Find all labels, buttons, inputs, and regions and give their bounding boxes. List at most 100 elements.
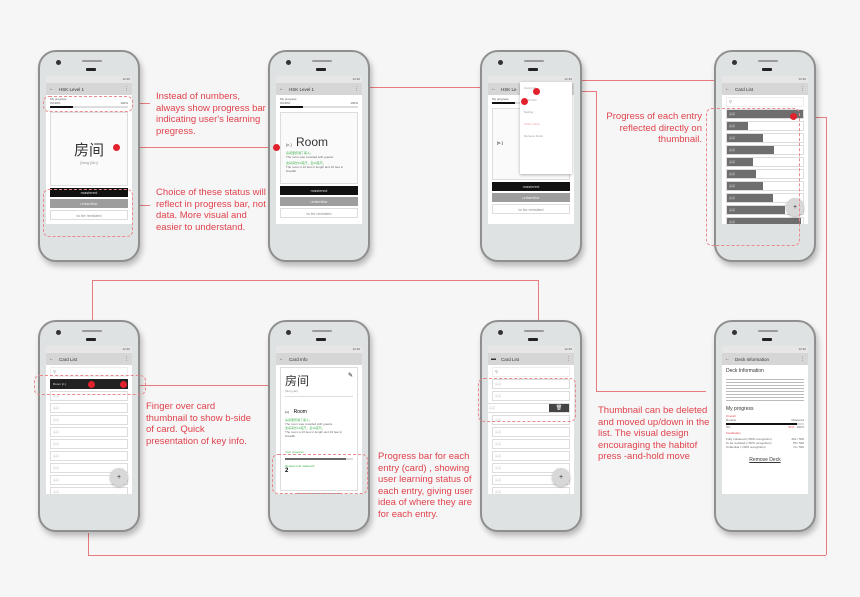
marker-dot <box>521 98 528 105</box>
more-vert-icon[interactable]: ⋮ <box>124 86 129 92</box>
item-label: 房间 <box>495 478 502 482</box>
connector-line <box>360 87 487 88</box>
highlight-box <box>706 108 800 246</box>
screen: 12:30 ← HSK Level 1 ⋮ My progress 0% 30% 1… <box>276 76 362 224</box>
highlight-box <box>272 454 368 494</box>
camera-icon <box>498 330 503 335</box>
connector-line <box>596 91 597 391</box>
list-item[interactable]: 房间 <box>50 487 128 494</box>
list-item[interactable]: 房间 <box>492 427 570 437</box>
more-vert-icon[interactable]: ⋮ <box>566 356 571 362</box>
connector-line <box>88 555 826 556</box>
unfamiliar-button[interactable]: unfamiliar <box>492 193 570 202</box>
search-input[interactable]: ⚲ <box>492 367 570 377</box>
mastered-label: Mastered <box>791 418 804 422</box>
annotation-finger-over: Finger over card thumbnail to show b-sid… <box>146 401 252 447</box>
unfamiliar-button[interactable]: unfamiliar <box>280 197 358 206</box>
progress-bar <box>280 106 358 108</box>
menu-item-share-deck[interactable]: Share Deck <box>520 118 572 130</box>
highlight-box <box>43 189 133 237</box>
item-label: 房间 <box>495 430 502 434</box>
speaker <box>758 330 778 332</box>
highlight-box <box>43 96 133 112</box>
highlight-box <box>478 378 576 422</box>
back-arrow-icon[interactable]: ← <box>491 86 496 92</box>
camera-icon <box>56 330 61 335</box>
item-label: 房间 <box>53 406 60 410</box>
more-vert-icon[interactable]: ⋮ <box>800 356 805 362</box>
phone-menu: 12:30 ← HSK Le My progress [n.] mastered… <box>480 50 582 262</box>
back-arrow-icon[interactable]: ← <box>49 356 54 362</box>
mastered-button[interactable]: mastered <box>280 186 358 195</box>
revisit-button[interactable]: to be revisited <box>492 204 570 214</box>
my-progress-heading: My progress <box>726 406 754 412</box>
progress-max: 100% <box>350 101 358 105</box>
earpiece <box>86 338 96 341</box>
remove-deck-button[interactable]: Remove Deck <box>726 457 804 463</box>
list-item[interactable]: 房间 <box>492 439 570 449</box>
app-bar: ← HSK Level 1 ⋮ <box>46 83 132 95</box>
annotation-status-choice: Choice of these status will reflect in p… <box>156 187 266 233</box>
revisit-button[interactable]: to be revisited <box>280 208 358 218</box>
list-item[interactable]: 房间 <box>50 427 128 437</box>
item-label: 房间 <box>53 418 60 422</box>
back-arrow-icon[interactable]: ← <box>279 86 284 92</box>
item-label: 房间 <box>495 490 502 494</box>
item-label: 房间 <box>495 442 502 446</box>
item-label: 房间 <box>53 490 60 494</box>
connector-line <box>826 117 827 555</box>
example-en: The room is 10 feet in length and 10 fee… <box>285 430 343 438</box>
more-vert-icon[interactable]: ⋮ <box>800 86 805 92</box>
screen: 12:30 ← Card List ⋮ ⚲ Room [n.] 房间 房间 房间 房间… <box>46 346 132 494</box>
app-title: Card List <box>735 86 754 92</box>
menu-icon[interactable]: ▬ <box>491 356 496 362</box>
add-card-fab[interactable]: + <box>552 468 570 486</box>
add-card-fab[interactable]: + <box>110 468 128 486</box>
earpiece <box>528 68 538 71</box>
phone-deck-info: 12:30 ← Deck Information ⋮ Deck Informat… <box>714 320 816 532</box>
flashcard[interactable]: [n.] Room 房间里挤满了客人。 The room was crowded… <box>280 112 358 184</box>
deck-description <box>726 377 804 403</box>
speaker <box>82 330 102 332</box>
back-arrow-icon[interactable]: ← <box>49 86 54 92</box>
part-of-speech: [n.] <box>286 142 292 147</box>
list-item[interactable]: 房间 <box>492 451 570 461</box>
menu-item-setting[interactable]: Setting <box>520 106 572 118</box>
list-item[interactable]: 房间 <box>50 451 128 461</box>
app-title: HSK Level 1 <box>289 86 315 92</box>
list-item[interactable]: 房间 <box>50 403 128 413</box>
camera-icon <box>286 60 291 65</box>
more-vert-icon[interactable]: ⋮ <box>124 356 129 362</box>
back-arrow-icon[interactable]: ← <box>725 86 730 92</box>
speaker <box>524 330 544 332</box>
edit-pencil-icon[interactable]: ✎ <box>348 372 353 389</box>
back-arrow-icon[interactable]: ← <box>279 356 284 362</box>
list-item[interactable]: 房间 <box>50 415 128 425</box>
camera-icon <box>732 60 737 65</box>
phone-card-list-edit: 12:30 ▬ Card List ⋮ ⚲ 房间 房间 房间 🗑 房间 房间 房间 房间 房间房… <box>480 320 582 532</box>
search-input[interactable]: ⚲ <box>726 97 804 107</box>
item-label: 房间 <box>495 454 502 458</box>
menu-item-remove-deck[interactable]: Remove Deck <box>520 130 572 142</box>
connector-line <box>118 147 276 148</box>
pinyin: [fáng jiān] <box>80 160 98 165</box>
speaker <box>524 60 544 62</box>
item-label: 房间 <box>53 430 60 434</box>
annotation-thumbnail-progress: Progress of each entry reflected directl… <box>606 111 702 145</box>
deck-heading: Deck Information <box>726 368 764 374</box>
marker-dot <box>533 88 540 95</box>
list-item[interactable]: 房间 <box>492 487 570 494</box>
pct-max: 100% <box>796 425 804 429</box>
status-bar: 12:30 <box>46 346 132 353</box>
english-word: Room <box>293 409 307 415</box>
vocab-row-value: 14 / 500 <box>793 445 804 449</box>
status-bar: 12:30 <box>722 76 808 83</box>
mastered-button[interactable]: mastered <box>492 182 570 191</box>
more-vert-icon[interactable]: ⋮ <box>354 86 359 92</box>
back-arrow-icon[interactable]: ← <box>725 356 730 362</box>
list-item[interactable]: 房间 <box>50 439 128 449</box>
menu-item-card-list[interactable]: Card List <box>520 82 572 94</box>
search-icon: ⚲ <box>53 369 56 374</box>
progress-section: My progress 0% 30% 100% <box>276 95 362 110</box>
marker-dot <box>273 144 280 151</box>
